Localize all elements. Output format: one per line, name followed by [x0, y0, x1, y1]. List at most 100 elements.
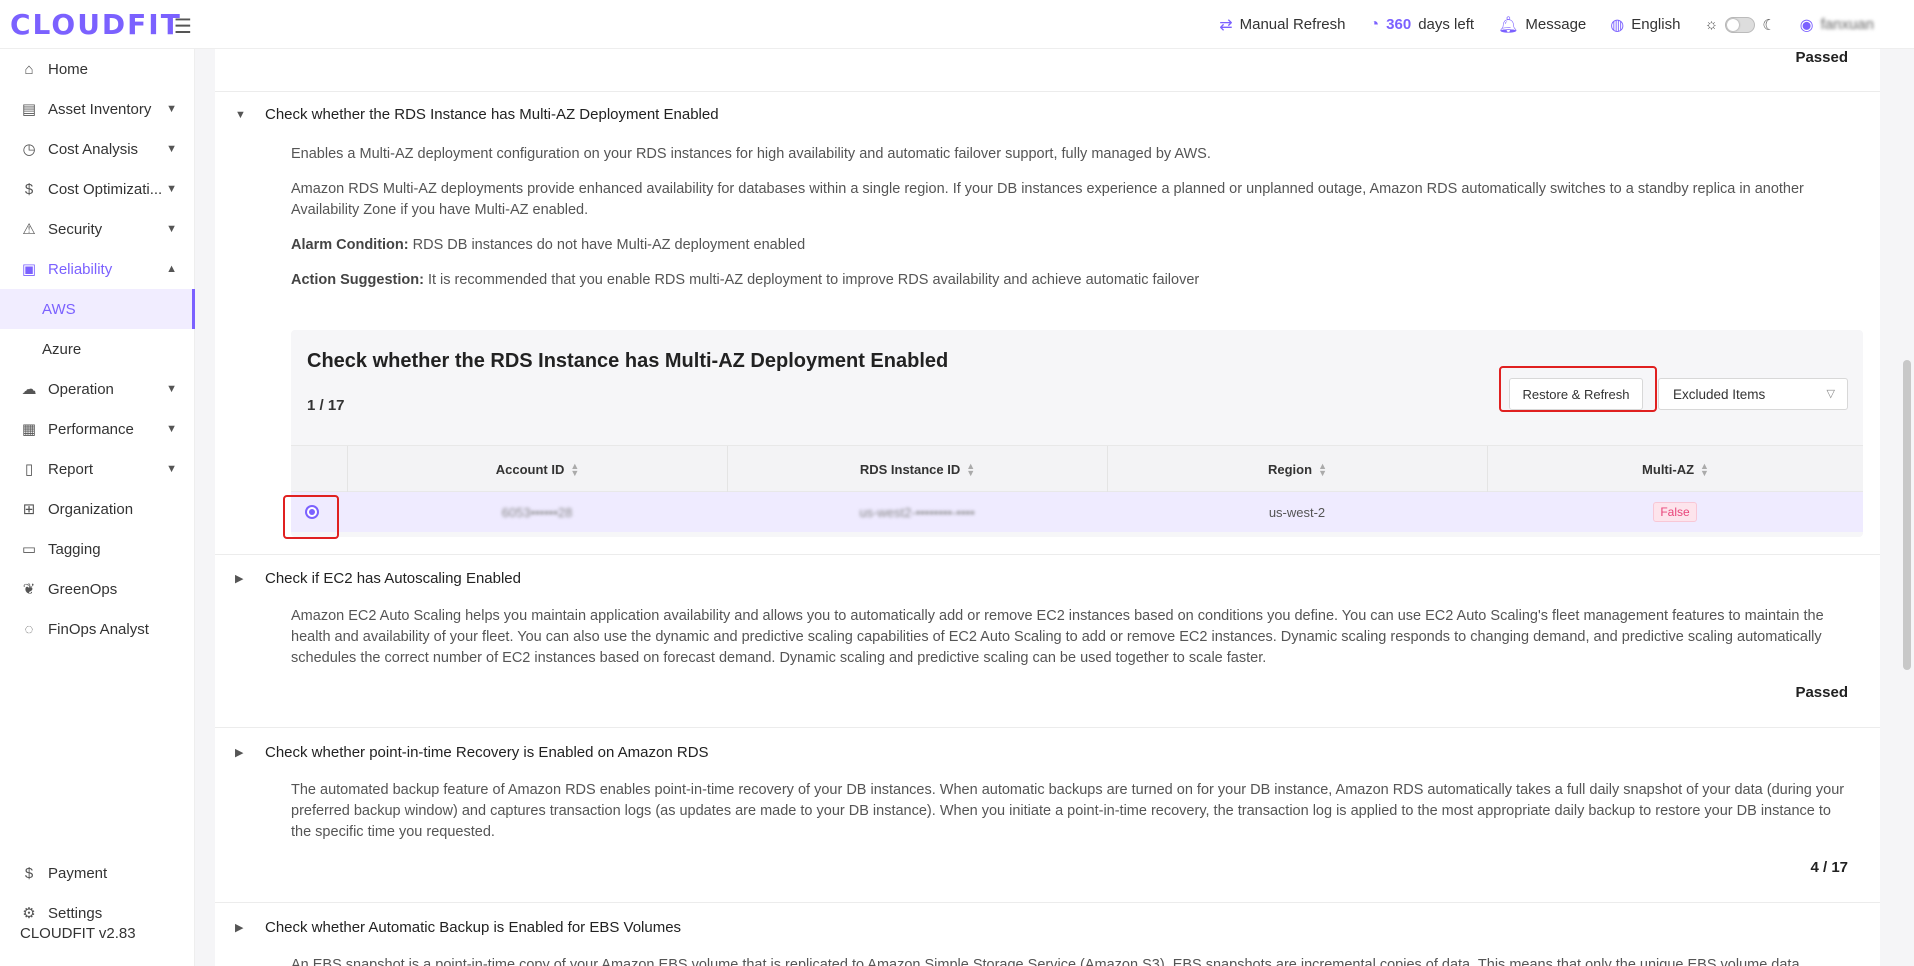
caret-down-icon[interactable]: ▼ — [235, 109, 246, 121]
chevron-down-icon: ▼ — [166, 423, 177, 435]
divider — [215, 902, 1880, 903]
chevron-down-icon: ▼ — [166, 383, 177, 395]
section-description: Amazon EC2 Auto Scaling helps you mainta… — [291, 608, 1824, 666]
language-select[interactable]: ◍ English — [1610, 15, 1680, 35]
main-content: Passed ▼ Check whether the RDS Instance … — [215, 49, 1880, 966]
status-count: 4 / 17 — [1810, 859, 1848, 876]
column-rds-instance-id[interactable]: RDS Instance ID ▲ ▼ — [727, 446, 1107, 493]
section-title-rds-multi-az[interactable]: Check whether the RDS Instance has Multi… — [265, 106, 719, 123]
sidebar-item-report[interactable]: ▯ Report ▼ — [0, 449, 195, 489]
cloud-icon: ☁ — [21, 381, 37, 398]
section-title-rds-pitr[interactable]: Check whether point-in-time Recovery is … — [265, 744, 709, 761]
chevron-down-icon: ▼ — [166, 463, 177, 475]
panel-title: Check whether the RDS Instance has Multi… — [307, 350, 949, 372]
inventory-icon: ▤ — [21, 101, 37, 118]
menu-toggle-icon[interactable]: ☰ — [174, 14, 192, 39]
action-suggestion: Action Suggestion: It is recommended tha… — [291, 270, 1851, 291]
theme-switch[interactable]: ☼ ☾ — [1704, 16, 1775, 34]
report-icon: ▯ — [24, 461, 34, 478]
status-passed: Passed — [1795, 49, 1848, 66]
refresh-icon: ⇄ — [1219, 16, 1233, 34]
cell-multi-az: False — [1487, 492, 1863, 532]
restore-refresh-button[interactable]: Restore & Refresh — [1509, 378, 1643, 410]
false-badge: False — [1653, 502, 1697, 522]
section-title-ebs-backup[interactable]: Check whether Automatic Backup is Enable… — [265, 919, 681, 936]
action-text: It is recommended that you enable RDS mu… — [427, 272, 1200, 288]
header-actions: ⇄ Manual Refresh ◔ 360 days left 🔔︎ Mess… — [1219, 0, 1874, 49]
top-header: CLOUDFIT ☰ ⇄ Manual Refresh ◔ 360 days l… — [0, 0, 1914, 49]
alarm-condition: Alarm Condition: RDS DB instances do not… — [291, 235, 1851, 256]
cell-instance-id: us-west2-••••••••-•••• — [727, 492, 1107, 532]
alarm-icon: ⚠ — [22, 221, 36, 238]
message-label: Message — [1525, 16, 1587, 33]
column-region[interactable]: Region ▲ ▼ — [1107, 446, 1487, 493]
section-title-ec2-autoscaling[interactable]: Check if EC2 has Autoscaling Enabled — [265, 570, 521, 587]
analyst-icon: ◌ — [24, 620, 34, 638]
sidebar-item-label: Settings — [48, 904, 103, 922]
sidebar-item-label: Security — [48, 220, 103, 238]
caret-right-icon[interactable]: ▶ — [235, 572, 243, 585]
chevron-down-icon: ▼ — [166, 223, 177, 235]
sidebar-item-label: Cost Analysis — [48, 140, 139, 158]
sort-icon[interactable]: ▲ ▼ — [570, 461, 579, 477]
sidebar-item-label: Organization — [48, 500, 134, 518]
sidebar-item-finops-analyst[interactable]: ◌ FinOps Analyst — [0, 609, 195, 649]
table-row[interactable]: 6053••••••28 us-west2-••••••••-•••• us-w… — [291, 492, 1863, 532]
sort-icon[interactable]: ▲ ▼ — [1318, 461, 1327, 477]
column-label: Region — [1268, 462, 1313, 477]
sidebar: ⌂ Home ▤ Asset Inventory ▼ ◷ Cost Analys… — [0, 49, 195, 966]
alarm-text: RDS DB instances do not have Multi-AZ de… — [412, 237, 806, 253]
sidebar-subitem-azure[interactable]: Azure — [0, 329, 195, 369]
sidebar-item-greenops[interactable]: ❦ GreenOps — [0, 569, 195, 609]
excluded-items-select[interactable]: Excluded Items ▽ — [1658, 378, 1848, 410]
chevron-up-icon: ▲ — [166, 263, 177, 275]
leaf-icon: ❦ — [22, 581, 36, 598]
sidebar-item-tagging[interactable]: ▭ Tagging — [0, 529, 195, 569]
scrollbar[interactable] — [1903, 360, 1911, 670]
days-count: 360 — [1386, 16, 1412, 33]
sidebar-item-asset-inventory[interactable]: ▤ Asset Inventory ▼ — [0, 89, 195, 129]
panel-count: 1 / 17 — [307, 397, 345, 414]
caret-right-icon[interactable]: ▶ — [235, 921, 243, 934]
alarm-label: Alarm Condition: — [291, 237, 409, 253]
sidebar-item-operation[interactable]: ☁ Operation ▼ — [0, 369, 195, 409]
section-description: An EBS snapshot is a point-in-time copy … — [291, 957, 1800, 966]
sidebar-item-reliability[interactable]: ▣ Reliability ▲ — [0, 249, 195, 289]
sort-icon[interactable]: ▲ ▼ — [966, 461, 975, 477]
section-description: Amazon RDS Multi-AZ deployments provide … — [291, 181, 1804, 218]
sidebar-item-security[interactable]: ⚠ Security ▼ — [0, 209, 195, 249]
sidebar-item-cost-optimization[interactable]: $ Cost Optimizati... ▼ — [0, 169, 195, 209]
column-account-id[interactable]: Account ID ▲ ▼ — [347, 446, 727, 493]
column-label: Multi-AZ — [1642, 462, 1695, 477]
home-icon: ⌂ — [24, 60, 34, 78]
sidebar-item-payment[interactable]: $ Payment — [0, 853, 195, 893]
sidebar-subitem-aws[interactable]: AWS — [0, 289, 195, 329]
theme-toggle[interactable] — [1725, 16, 1756, 33]
chart-icon: ◷ — [22, 141, 36, 158]
manual-refresh-label: Manual Refresh — [1239, 16, 1346, 33]
user-menu[interactable]: ◉ fanxuan — [1800, 15, 1874, 35]
tag-icon: ▭ — [21, 541, 37, 558]
chevron-down-icon: ▼ — [166, 183, 177, 195]
message-button[interactable]: 🔔︎ Message — [1498, 15, 1586, 35]
sidebar-item-label: Operation — [48, 380, 114, 398]
sidebar-item-cost-analysis[interactable]: ◷ Cost Analysis ▼ — [0, 129, 195, 169]
chevron-down-icon: ▼ — [166, 103, 177, 115]
performance-icon: ▦ — [21, 421, 37, 438]
cell-account-id: 6053••••••28 — [347, 492, 727, 532]
sidebar-item-performance[interactable]: ▦ Performance ▼ — [0, 409, 195, 449]
caret-right-icon[interactable]: ▶ — [235, 746, 243, 759]
sort-icon[interactable]: ▲ ▼ — [1700, 461, 1709, 477]
section-description: The automated backup feature of Amazon R… — [291, 782, 1845, 840]
column-multi-az[interactable]: Multi-AZ ▲ ▼ — [1487, 446, 1863, 493]
sidebar-item-organization[interactable]: ⊞ Organization — [0, 489, 195, 529]
section-description: Enables a Multi-AZ deployment configurat… — [291, 146, 1211, 162]
status-passed: Passed — [1795, 684, 1848, 701]
app-logo[interactable]: CLOUDFIT — [10, 8, 182, 41]
column-label: Account ID — [495, 462, 565, 477]
sidebar-item-label: Cost Optimizati... — [48, 180, 163, 198]
sidebar-item-home[interactable]: ⌂ Home — [0, 49, 195, 89]
license-days[interactable]: ◔ 360 days left — [1370, 16, 1475, 34]
sidebar-item-label: Home — [48, 60, 89, 78]
manual-refresh-button[interactable]: ⇄ Manual Refresh — [1219, 15, 1345, 35]
